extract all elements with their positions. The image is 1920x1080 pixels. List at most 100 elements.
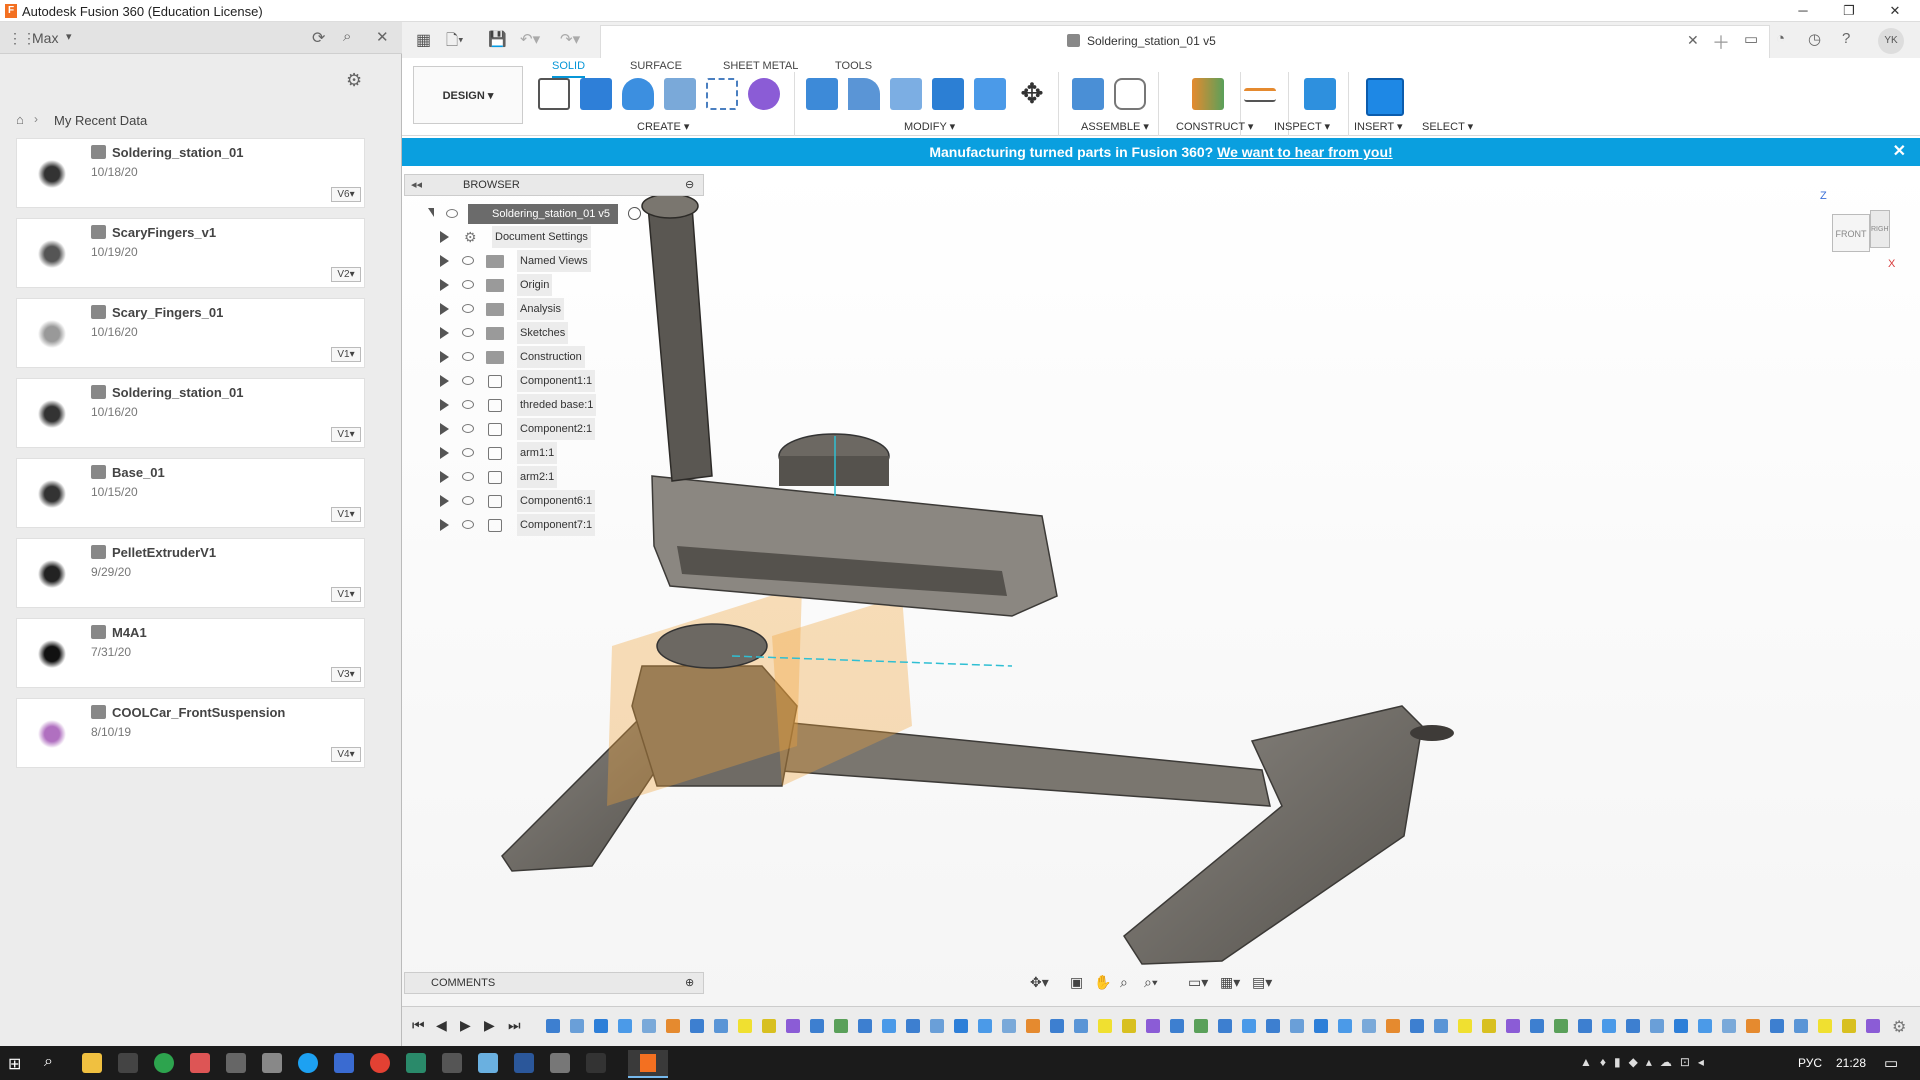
viewports-icon[interactable]: ▤▾ [1252,974,1272,991]
timeline-feature-icon[interactable] [858,1019,872,1033]
timeline-feature-icon[interactable] [1170,1019,1184,1033]
split-body-icon[interactable] [974,78,1006,110]
version-badge[interactable]: V1▾ [331,587,361,602]
press-pull-icon[interactable] [806,78,838,110]
timeline-feature-icon[interactable] [1122,1019,1136,1033]
search-icon[interactable]: ⌕ [343,28,351,45]
timeline-feature-icon[interactable] [1314,1019,1328,1033]
undo-icon[interactable]: ↶▾ [520,30,540,48]
combine-icon[interactable] [932,78,964,110]
browser-node[interactable]: arm2:1 [440,466,640,488]
timeline-feature-icon[interactable] [1602,1019,1616,1033]
recent-file-card[interactable]: Soldering_station_01 10/18/20 V6▾ [16,138,365,208]
expand-icon[interactable] [440,351,449,363]
timeline-feature-icon[interactable] [1650,1019,1664,1033]
version-badge[interactable]: V3▾ [331,667,361,682]
timeline-feature-icon[interactable] [1866,1019,1880,1033]
select-menu[interactable]: SELECT ▾ [1422,120,1473,133]
viewcube[interactable]: FRONT RIGHT Z X [1820,190,1900,272]
go-to-start-icon[interactable]: ⏮ [412,1017,425,1034]
expand-icon[interactable] [440,375,449,387]
timeline-feature-icon[interactable] [1626,1019,1640,1033]
timeline-feature-icon[interactable] [1050,1019,1064,1033]
new-component-icon[interactable] [1072,78,1104,110]
timeline-feature-icon[interactable] [690,1019,704,1033]
timeline-feature-icon[interactable] [1578,1019,1592,1033]
shell-icon[interactable] [890,78,922,110]
timeline-feature-icon[interactable] [1530,1019,1544,1033]
hole-icon[interactable] [664,78,696,110]
expand-icon[interactable] [440,399,449,411]
browser-node[interactable]: Construction [440,346,640,368]
timeline-feature-icon[interactable] [666,1019,680,1033]
move-icon[interactable]: ✥ [1016,78,1048,110]
clock[interactable]: 21:28 [1836,1056,1866,1070]
insert-menu[interactable]: INSERT ▾ [1354,120,1403,133]
minimize-button[interactable]: ─ [1780,0,1826,22]
timeline-feature-icon[interactable] [714,1019,728,1033]
close-panel-icon[interactable]: ✕ [376,28,389,46]
activate-radio-icon[interactable] [628,207,641,220]
timeline-feature-icon[interactable] [1410,1019,1424,1033]
app-icon-dark[interactable] [586,1053,606,1073]
modify-menu[interactable]: MODIFY ▾ [904,120,955,133]
banner-link[interactable]: We want to hear from you! [1217,144,1393,160]
version-badge[interactable]: V2▾ [331,267,361,282]
timeline-feature-icon[interactable] [1506,1019,1520,1033]
visibility-eye-icon[interactable] [446,209,458,218]
timeline-feature-icon[interactable] [1098,1019,1112,1033]
timeline-feature-icon[interactable] [762,1019,776,1033]
step-forward-icon[interactable]: ▶ [484,1017,495,1034]
browser-node[interactable]: Sketches [440,322,640,344]
browser-node[interactable]: Analysis [440,298,640,320]
browser-node[interactable]: threded base:1 [440,394,640,416]
insert-image-icon[interactable] [1304,78,1336,110]
timeline-feature-icon[interactable] [1242,1019,1256,1033]
browser-node[interactable]: ⚙ Document Settings [440,226,640,248]
timeline-feature-icon[interactable] [906,1019,920,1033]
timeline-feature-icon[interactable] [1074,1019,1088,1033]
timeline-feature-icon[interactable] [1818,1019,1832,1033]
timeline-feature-icon[interactable] [882,1019,896,1033]
browser-node[interactable]: arm1:1 [440,442,640,464]
expand-icon[interactable] [440,519,449,531]
visibility-eye-icon[interactable] [462,280,474,289]
version-badge[interactable]: V4▾ [331,747,361,762]
recent-file-card[interactable]: COOLCar_FrontSuspension 8/10/19 V4▾ [16,698,365,768]
browser-node[interactable]: Named Views [440,250,640,272]
timeline-feature-icon[interactable] [618,1019,632,1033]
workspace-switcher[interactable]: DESIGN ▾ [413,66,523,124]
visibility-eye-icon[interactable] [462,376,474,385]
app-icon-teal[interactable] [406,1053,426,1073]
app-icon-gray[interactable] [226,1053,246,1073]
construct-menu[interactable]: CONSTRUCT ▾ [1176,120,1253,133]
save-icon[interactable]: 💾 [488,30,507,48]
timeline-feature-icon[interactable] [1842,1019,1856,1033]
joint-icon[interactable] [1114,78,1146,110]
refresh-icon[interactable]: ⟳ [312,28,325,48]
create-sketch-icon[interactable] [538,78,570,110]
tab-sheet-metal[interactable]: SHEET METAL [723,60,798,72]
expand-icon[interactable] [440,327,449,339]
chevron-down-icon[interactable]: ▾ [66,30,72,43]
timeline-feature-icon[interactable] [810,1019,824,1033]
browser-node[interactable]: Component2:1 [440,418,640,440]
timeline-feature-icon[interactable] [930,1019,944,1033]
avatar[interactable]: YK [1878,28,1904,54]
timeline-feature-icon[interactable] [1266,1019,1280,1033]
version-badge[interactable]: V1▾ [331,507,361,522]
word-icon[interactable] [514,1053,534,1073]
viewcube-right-face[interactable]: RIGHT [1870,210,1890,248]
pattern-icon[interactable] [706,78,738,110]
tab-solid[interactable]: SOLID [552,60,586,78]
add-comment-icon[interactable]: ⊕ [685,973,694,993]
grid-settings-icon[interactable]: ▦▾ [1220,974,1240,991]
timeline-feature-icon[interactable] [1194,1019,1208,1033]
browser-root-label[interactable]: Soldering_station_01 v5 [468,204,618,224]
assemble-menu[interactable]: ASSEMBLE ▾ [1081,120,1149,133]
version-badge[interactable]: V1▾ [331,347,361,362]
recent-file-card[interactable]: Base_01 10/15/20 V1▾ [16,458,365,528]
timeline-feature-icon[interactable] [978,1019,992,1033]
expand-icon[interactable] [440,279,449,291]
close-window-button[interactable]: ✕ [1872,0,1918,22]
